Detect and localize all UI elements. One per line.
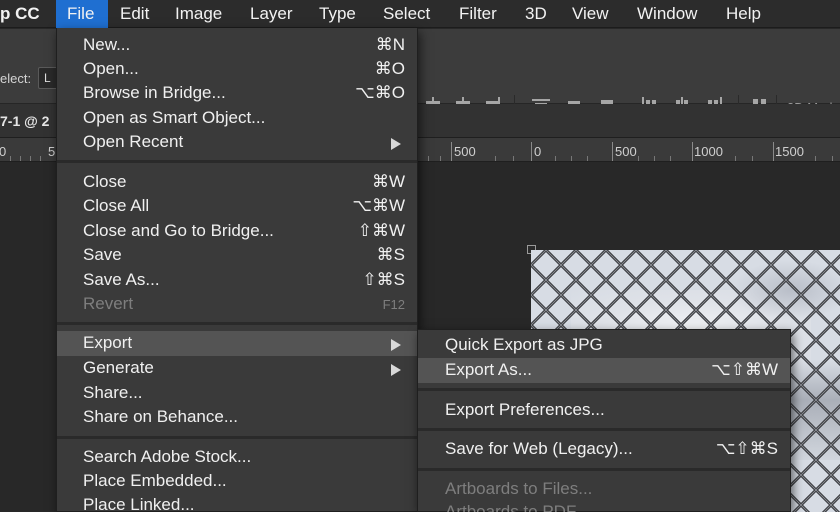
ruler-tick xyxy=(773,142,774,161)
menu-item-label: Close All xyxy=(83,196,150,215)
menu-item-shortcut: ⌥⌘O xyxy=(355,83,405,102)
menu-item-label: Artboards to PDF... xyxy=(445,502,589,512)
menu-item-label: Export As... xyxy=(445,360,532,379)
auto-select-dropdown[interactable]: L xyxy=(38,67,58,89)
ruler-tick xyxy=(451,142,452,161)
menu-item-artboards-to-files: Artboards to Files... xyxy=(418,477,790,502)
menu-item-save-for-web-legacy[interactable]: Save for Web (Legacy)... ⌥⇧⌘S xyxy=(418,437,790,462)
menu-edit[interactable]: Edit xyxy=(120,0,149,28)
menu-separator xyxy=(57,436,417,439)
menu-item-revert: Revert F12 xyxy=(57,292,417,317)
menu-separator xyxy=(418,428,790,431)
menu-item-open-as-smart-object[interactable]: Open as Smart Object... xyxy=(57,106,417,131)
ruler-label: 500 xyxy=(454,144,476,159)
menu-item-close-and-go-to-bridge[interactable]: Close and Go to Bridge... ⇧⌘W xyxy=(57,219,417,244)
menu-item-quick-export-as-jpg[interactable]: Quick Export as JPG xyxy=(418,333,790,358)
menu-item-close-all[interactable]: Close All ⌥⌘W xyxy=(57,194,417,219)
menu-item-label: Export Preferences... xyxy=(445,400,605,419)
menu-item-label: Share on Behance... xyxy=(83,407,239,426)
menu-item-save-as[interactable]: Save As... ⇧⌘S xyxy=(57,268,417,293)
menu-item-artboards-to-pdf: Artboards to PDF... xyxy=(418,500,790,512)
menu-item-label: Browse in Bridge... xyxy=(83,83,226,102)
menu-item-export-as[interactable]: Export As... ⌥⇧⌘W xyxy=(418,358,790,383)
ruler-label: 0 xyxy=(0,144,6,159)
menu-separator xyxy=(418,388,790,391)
menu-bar: p CC File Edit Image Layer Type Select F… xyxy=(0,0,840,28)
menu-item-label: Share... xyxy=(83,383,143,402)
menu-item-label: Quick Export as JPG xyxy=(445,335,603,354)
menu-item-browse-in-bridge[interactable]: Browse in Bridge... ⌥⌘O xyxy=(57,81,417,106)
menu-item-label: Revert xyxy=(83,294,134,313)
ruler-tick xyxy=(531,142,532,161)
menu-item-label: Export xyxy=(83,333,133,352)
menu-file[interactable]: File xyxy=(56,0,108,28)
menu-item-export[interactable]: Export xyxy=(57,331,417,356)
ruler-label: 0 xyxy=(534,144,542,159)
menu-item-label: Search Adobe Stock... xyxy=(83,447,252,466)
menu-item-shortcut: ⌥⇧⌘S xyxy=(715,439,778,458)
menu-item-save[interactable]: Save ⌘S xyxy=(57,243,417,268)
menu-item-export-preferences[interactable]: Export Preferences... xyxy=(418,398,790,423)
menu-filter[interactable]: Filter xyxy=(459,0,497,28)
menu-item-label: Place Embedded... xyxy=(83,471,227,490)
menu-item-label: Open... xyxy=(83,59,139,78)
menu-separator xyxy=(57,160,417,163)
menu-item-shortcut: ⌥⌘W xyxy=(352,196,405,215)
menu-separator xyxy=(57,322,417,325)
menu-item-label: Close and Go to Bridge... xyxy=(83,221,274,240)
menu-item-place-linked[interactable]: Place Linked... xyxy=(57,493,417,512)
app-name[interactable]: p CC xyxy=(0,0,40,28)
menu-item-shortcut: ⌘N xyxy=(375,35,405,54)
menu-select[interactable]: Select xyxy=(383,0,430,28)
ruler-tick xyxy=(692,142,693,161)
auto-select-label: elect: xyxy=(0,71,32,86)
menu-view[interactable]: View xyxy=(572,0,609,28)
menu-item-shortcut: ⌘S xyxy=(376,245,405,264)
menu-item-label: Save for Web (Legacy)... xyxy=(445,439,633,458)
menu-item-shortcut: ⇧⌘S xyxy=(362,270,405,289)
menu-item-shortcut: ⌘W xyxy=(371,172,405,191)
menu-item-generate[interactable]: Generate xyxy=(57,356,417,381)
menu-item-search-adobe-stock[interactable]: Search Adobe Stock... xyxy=(57,445,417,470)
menu-item-shortcut: ⌥⇧⌘W xyxy=(711,360,778,379)
menu-item-shortcut: ⇧⌘W xyxy=(357,221,405,240)
menu-layer[interactable]: Layer xyxy=(250,0,293,28)
menu-item-label: Save xyxy=(83,245,122,264)
ruler-tick xyxy=(612,142,613,161)
menu-item-label: Open as Smart Object... xyxy=(83,108,266,127)
menu-item-label: Place Linked... xyxy=(83,495,195,512)
menu-item-close[interactable]: Close ⌘W xyxy=(57,170,417,195)
ruler-label: 1500 xyxy=(775,144,804,159)
submenu-arrow-icon xyxy=(391,339,401,351)
submenu-arrow-icon xyxy=(391,138,401,150)
menu-image[interactable]: Image xyxy=(175,0,222,28)
menu-item-label: Close xyxy=(83,172,127,191)
ruler-label: 1000 xyxy=(694,144,723,159)
menu-item-shortcut: F12 xyxy=(382,297,405,312)
menu-item-open[interactable]: Open... ⌘O xyxy=(57,57,417,82)
menu-help[interactable]: Help xyxy=(726,0,761,28)
menu-item-share[interactable]: Share... xyxy=(57,381,417,406)
menu-item-place-embedded[interactable]: Place Embedded... xyxy=(57,469,417,494)
menu-item-open-recent[interactable]: Open Recent xyxy=(57,130,417,155)
menu-separator xyxy=(418,468,790,471)
export-submenu: Quick Export as JPG Export As... ⌥⇧⌘W Ex… xyxy=(417,329,791,512)
menu-item-label: Save As... xyxy=(83,270,160,289)
menu-item-share-on-behance[interactable]: Share on Behance... xyxy=(57,405,417,430)
ruler-label: 5 xyxy=(48,144,56,159)
menu-item-new[interactable]: New... ⌘N xyxy=(57,33,417,58)
menu-3d[interactable]: 3D xyxy=(525,0,547,28)
menu-item-label: Open Recent xyxy=(83,132,184,151)
menu-item-shortcut: ⌘O xyxy=(374,59,405,78)
menu-window[interactable]: Window xyxy=(637,0,697,28)
menu-item-label: Generate xyxy=(83,358,154,377)
file-menu: New... ⌘N Open... ⌘O Browse in Bridge...… xyxy=(56,28,418,512)
menu-item-label: New... xyxy=(83,35,131,54)
menu-type[interactable]: Type xyxy=(319,0,356,28)
document-tab-title[interactable]: 7-1 @ 2 xyxy=(0,113,49,129)
ruler-label: 500 xyxy=(615,144,637,159)
submenu-arrow-icon xyxy=(391,364,401,376)
menu-item-label: Artboards to Files... xyxy=(445,479,593,498)
